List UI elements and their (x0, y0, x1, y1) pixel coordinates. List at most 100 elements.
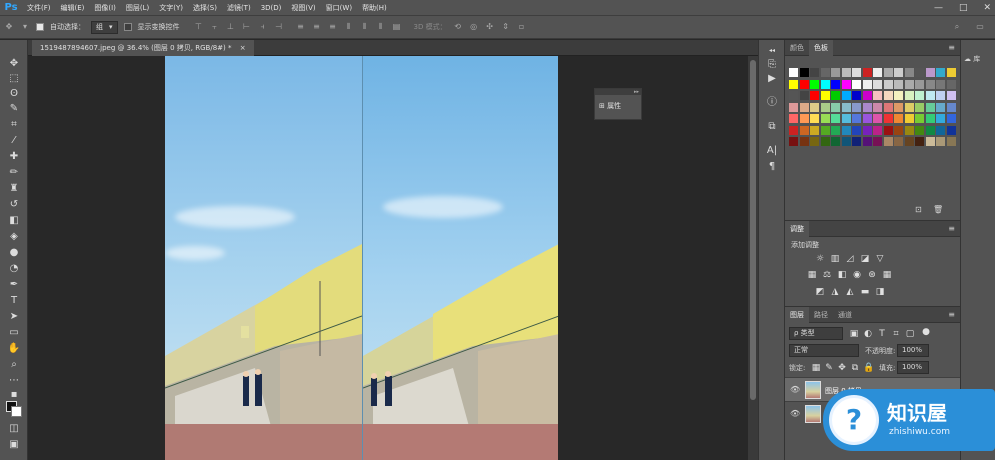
color-swatch[interactable] (894, 68, 903, 77)
menu-filter[interactable]: 滤镜(T) (222, 0, 256, 16)
color-swatch[interactable] (873, 102, 882, 112)
color-swatch[interactable] (946, 68, 956, 77)
color-swatch[interactable] (936, 125, 945, 135)
gradient-map-icon[interactable]: ▬ (860, 287, 870, 297)
color-swatch[interactable] (789, 79, 798, 89)
color-swatch[interactable] (904, 79, 914, 89)
panel-menu-icon[interactable]: ≡ (948, 310, 960, 319)
color-swatch[interactable] (820, 79, 830, 89)
color-swatch[interactable] (883, 68, 893, 77)
color-swatch[interactable] (820, 91, 830, 100)
tab-paths[interactable]: 路径 (809, 307, 833, 323)
color-swatch[interactable] (925, 68, 935, 77)
color-swatch[interactable] (925, 102, 935, 112)
levels-icon[interactable]: ▥ (830, 254, 840, 264)
menu-view[interactable]: 视图(V) (286, 0, 320, 16)
color-swatch[interactable] (799, 68, 809, 77)
color-swatch[interactable] (936, 137, 945, 146)
color-lookup-icon[interactable]: ▦ (882, 270, 892, 280)
scrollbar-thumb[interactable] (750, 60, 756, 400)
history-icon[interactable]: ⎘ (765, 58, 779, 72)
color-swatch[interactable] (789, 91, 798, 100)
color-swatch[interactable] (862, 137, 872, 146)
color-swatch[interactable] (946, 125, 956, 135)
eye-icon[interactable]: 👁 (790, 385, 800, 394)
color-swatch[interactable] (810, 102, 819, 112)
photo-filter-icon[interactable]: ◉ (852, 270, 862, 280)
color-swatch[interactable] (799, 114, 809, 123)
color-swatch[interactable] (799, 137, 809, 146)
background-color-swatch[interactable] (11, 406, 22, 417)
color-swatch[interactable] (904, 114, 914, 123)
color-swatch[interactable] (852, 125, 861, 135)
color-swatch[interactable] (789, 102, 798, 112)
color-swatch[interactable] (873, 125, 882, 135)
color-swatch[interactable] (852, 137, 861, 146)
color-swatch[interactable] (904, 68, 914, 77)
paragraph-icon[interactable]: ¶ (765, 160, 779, 174)
distribute-right-icon[interactable]: ⦀ (376, 22, 386, 32)
lock-transparent-icon[interactable]: ▦ (811, 363, 821, 373)
align-vcenter-icon[interactable]: ⫟ (210, 22, 220, 32)
color-swatch[interactable] (904, 102, 914, 112)
paint-bucket-tool-icon[interactable]: ◈ (7, 231, 21, 243)
posterize-icon[interactable]: ◮ (830, 287, 840, 297)
default-colors-icon[interactable]: ▪ (7, 389, 21, 401)
color-swatch[interactable] (925, 114, 935, 123)
color-swatch[interactable] (883, 125, 893, 135)
color-swatch[interactable] (915, 68, 924, 77)
pen-tool-icon[interactable]: ✒ (7, 279, 21, 291)
color-swatch[interactable] (925, 137, 935, 146)
type-tool-icon[interactable]: T (7, 295, 21, 307)
auto-select-checkbox[interactable] (36, 23, 44, 31)
document-tab[interactable]: 1519487894607.jpeg @ 36.4% (图层 0 拷贝, RGB… (32, 40, 254, 56)
color-swatch[interactable] (862, 102, 872, 112)
menu-window[interactable]: 窗口(W) (321, 0, 357, 16)
eyedropper-tool-icon[interactable]: ⁄ (7, 135, 21, 147)
search-icon[interactable]: ⌕ (952, 22, 962, 32)
fill-field[interactable]: 100% (897, 361, 929, 374)
distribute-vcenter-icon[interactable]: ≡ (312, 22, 322, 32)
zoom-tool-icon[interactable]: ⌕ (7, 359, 21, 371)
color-swatch[interactable] (852, 114, 861, 123)
align-hcenter-icon[interactable]: ⫞ (258, 22, 268, 32)
color-swatch[interactable] (915, 79, 924, 89)
color-swatch[interactable] (894, 114, 903, 123)
color-swatch[interactable] (946, 114, 956, 123)
color-swatch[interactable] (841, 91, 851, 100)
align-right-icon[interactable]: ⊣ (274, 22, 284, 32)
color-swatch[interactable] (810, 68, 819, 77)
new-swatch-icon[interactable]: ⊡ (915, 205, 922, 214)
color-swatch[interactable] (831, 102, 840, 112)
filter-adjustment-icon[interactable]: ◐ (863, 329, 873, 339)
color-swatch[interactable] (883, 114, 893, 123)
color-swatch[interactable] (810, 114, 819, 123)
color-swatch[interactable] (810, 137, 819, 146)
color-swatch[interactable] (936, 91, 945, 100)
close-tab-icon[interactable]: × (240, 44, 246, 52)
color-swatch[interactable] (841, 125, 851, 135)
screen-mode-icon[interactable]: ▣ (7, 439, 21, 451)
color-swatch[interactable] (894, 137, 903, 146)
color-swatch[interactable] (883, 137, 893, 146)
color-swatch[interactable] (883, 102, 893, 112)
color-swatch[interactable] (852, 91, 861, 100)
3d-scale-icon[interactable]: ▫ (517, 22, 527, 32)
tab-layers[interactable]: 图层 (785, 306, 809, 323)
3d-drag-icon[interactable]: ✣ (485, 22, 495, 32)
exposure-icon[interactable]: ◪ (860, 254, 870, 264)
color-swatch[interactable] (915, 125, 924, 135)
menu-layer[interactable]: 图层(L) (121, 0, 154, 16)
invert-icon[interactable]: ◩ (815, 287, 825, 297)
filter-smart-icon[interactable]: ▢ (905, 329, 915, 339)
color-swatch[interactable] (831, 79, 840, 89)
collapse-icon[interactable]: ◂◂ (765, 44, 779, 58)
panel-menu-icon[interactable]: ≡ (948, 43, 960, 52)
eraser-tool-icon[interactable]: ◧ (7, 215, 21, 227)
color-swatch[interactable] (799, 102, 809, 112)
color-swatch[interactable] (873, 114, 882, 123)
color-swatch[interactable] (904, 137, 914, 146)
show-transform-checkbox[interactable] (123, 23, 132, 31)
lock-all-icon[interactable]: 🔒 (863, 363, 874, 373)
panel-menu-icon[interactable]: ≡ (948, 224, 960, 233)
